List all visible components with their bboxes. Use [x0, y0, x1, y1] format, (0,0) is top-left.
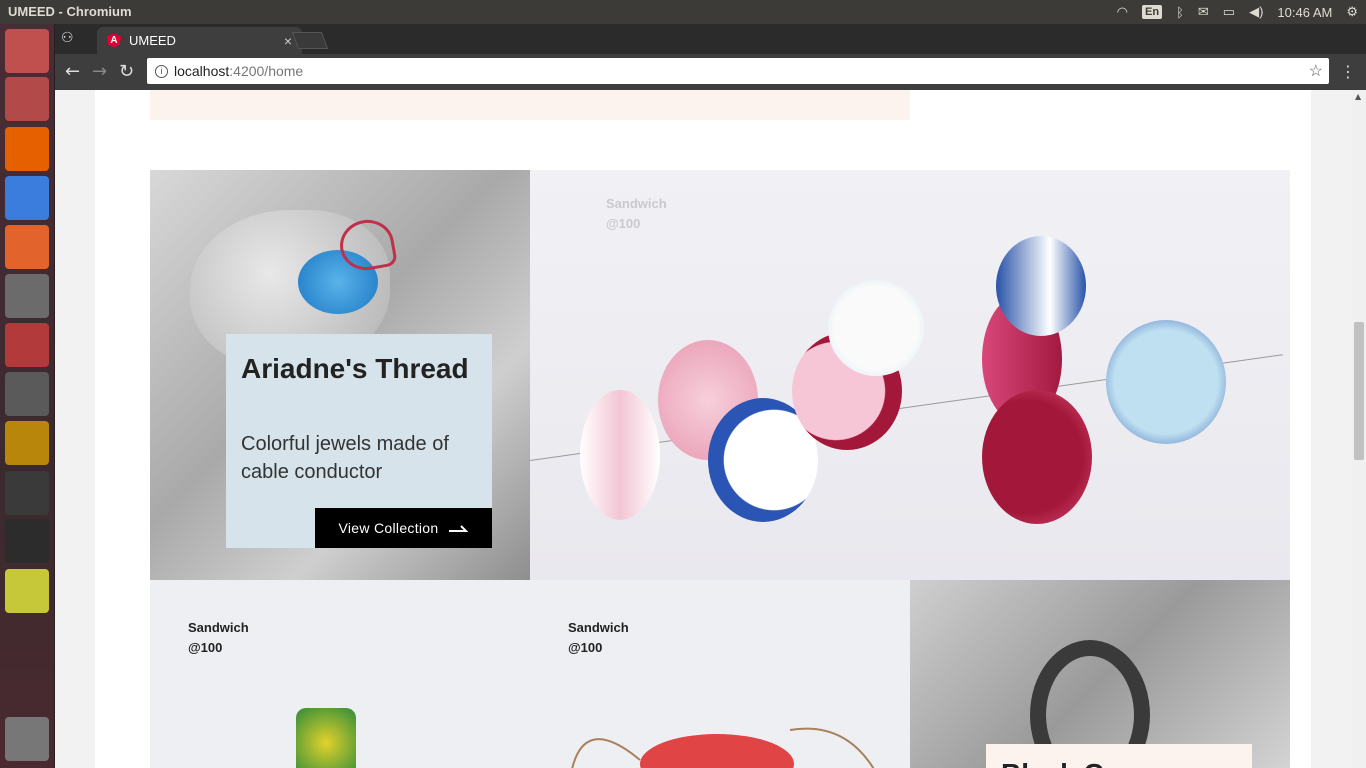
volume-icon[interactable]: ◀)	[1249, 4, 1263, 20]
installer-icon[interactable]	[5, 372, 49, 416]
felt-puck-white-pink	[580, 390, 660, 520]
files-icon[interactable]	[5, 77, 49, 121]
feature-image-ring[interactable]: Ariadne's Thread Colorful jewels made of…	[150, 170, 530, 580]
product-info: Sandwich @100	[606, 194, 667, 234]
product-name: Sandwich	[606, 196, 667, 211]
system-tray: ◠ En ᛒ ✉ ▭ ◀) 10:46 AM ⚙	[1117, 0, 1358, 24]
document-viewer-icon[interactable]	[5, 569, 49, 613]
feature-title: Ariadne's Thread	[241, 353, 469, 384]
gear-icon[interactable]: ⚙	[1346, 4, 1358, 20]
product-card-sandwich-2[interactable]: Sandwich @100	[530, 580, 910, 768]
sublime-text-icon[interactable]	[5, 421, 49, 465]
mail-icon[interactable]: ✉	[1198, 4, 1209, 20]
feature-title-2: Black C	[1001, 758, 1104, 768]
product-large-sandwich[interactable]: Sandwich @100	[530, 170, 1290, 580]
software-center-icon[interactable]	[5, 225, 49, 269]
felt-puck-light-blue	[1106, 320, 1226, 444]
arrow-right-icon	[449, 525, 469, 532]
browser-toolbar: ← → ↻ i localhost:4200/home ☆ ⋮	[55, 54, 1366, 90]
bluetooth-icon[interactable]: ᛒ	[1176, 5, 1184, 20]
collection-grid: Ariadne's Thread Colorful jewels made of…	[150, 170, 1290, 768]
feature-image-bracelet[interactable]: Black C	[910, 580, 1290, 768]
product-info: Sandwich @100	[188, 618, 249, 658]
forward-arrow-icon[interactable]: →	[92, 61, 107, 82]
angular-favicon-icon: A	[107, 33, 121, 48]
bookmark-star-icon[interactable]: ☆	[1309, 61, 1323, 81]
product-card-sandwich-1[interactable]: Sandwich @100	[150, 580, 530, 768]
felt-puck-white	[828, 280, 924, 376]
ubuntu-dash-icon[interactable]	[5, 29, 49, 73]
kebab-menu-icon[interactable]: ⋮	[1340, 62, 1356, 81]
incognito-icon: ⚇	[61, 30, 74, 46]
feature-card: Ariadne's Thread Colorful jewels made of…	[226, 334, 492, 548]
calculator-icon[interactable]	[5, 274, 49, 318]
tab-umeed[interactable]: A UMEED ×	[97, 27, 302, 54]
yellow-green-jewel	[296, 708, 356, 768]
reload-icon[interactable]: ↻	[119, 61, 134, 82]
keyboard-layout-indicator[interactable]: En	[1142, 5, 1163, 19]
view-collection-button[interactable]: View Collection	[315, 508, 492, 548]
settings-tool-icon[interactable]	[5, 323, 49, 367]
unity-launcher	[0, 24, 55, 768]
system-top-panel: UMEED - Chromium ◠ En ᛒ ✉ ▭ ◀) 10:46 AM …	[0, 0, 1366, 24]
felt-puck-red	[982, 390, 1092, 524]
clock[interactable]: 10:46 AM	[1277, 5, 1332, 20]
product-price: @100	[188, 640, 223, 655]
page-scrollbar[interactable]: ▲	[1352, 90, 1366, 768]
product-name: Sandwich	[188, 620, 249, 635]
battery-icon[interactable]: ▭	[1223, 4, 1235, 20]
peach-banner-strip	[150, 90, 910, 120]
terminal-icon[interactable]	[5, 519, 49, 563]
window-title: UMEED - Chromium	[8, 4, 132, 19]
url-path: :4200/home	[229, 63, 304, 79]
info-icon[interactable]: i	[155, 64, 168, 78]
scroll-up-arrow-icon[interactable]: ▲	[1355, 92, 1361, 101]
scrollbar-thumb[interactable]	[1354, 322, 1364, 460]
trash-icon[interactable]	[5, 717, 49, 761]
firefox-icon[interactable]	[5, 127, 49, 171]
felt-puck-blue	[996, 236, 1086, 336]
tab-title: UMEED	[129, 33, 176, 48]
system-monitor-icon[interactable]	[5, 471, 49, 515]
close-icon[interactable]: ×	[284, 33, 292, 49]
new-tab-button[interactable]	[291, 32, 329, 49]
feature-description: Colorful jewels made of cable conductor	[241, 433, 449, 483]
view-collection-label: View Collection	[338, 520, 439, 536]
wifi-icon[interactable]: ◠	[1117, 4, 1128, 20]
tab-strip: ⚇ A UMEED ×	[55, 24, 1366, 54]
address-bar[interactable]: i localhost:4200/home ☆	[147, 58, 1329, 84]
chromium-icon[interactable]	[5, 176, 49, 220]
pendant-wire	[571, 727, 875, 768]
feature-card-2: Black C	[986, 744, 1252, 768]
product-price: @100	[606, 216, 641, 231]
back-arrow-icon[interactable]: ←	[65, 61, 80, 82]
page-viewport: Ariadne's Thread Colorful jewels made of…	[55, 90, 1366, 768]
page-content: Ariadne's Thread Colorful jewels made of…	[95, 90, 1311, 768]
url-host: localhost	[174, 63, 230, 79]
